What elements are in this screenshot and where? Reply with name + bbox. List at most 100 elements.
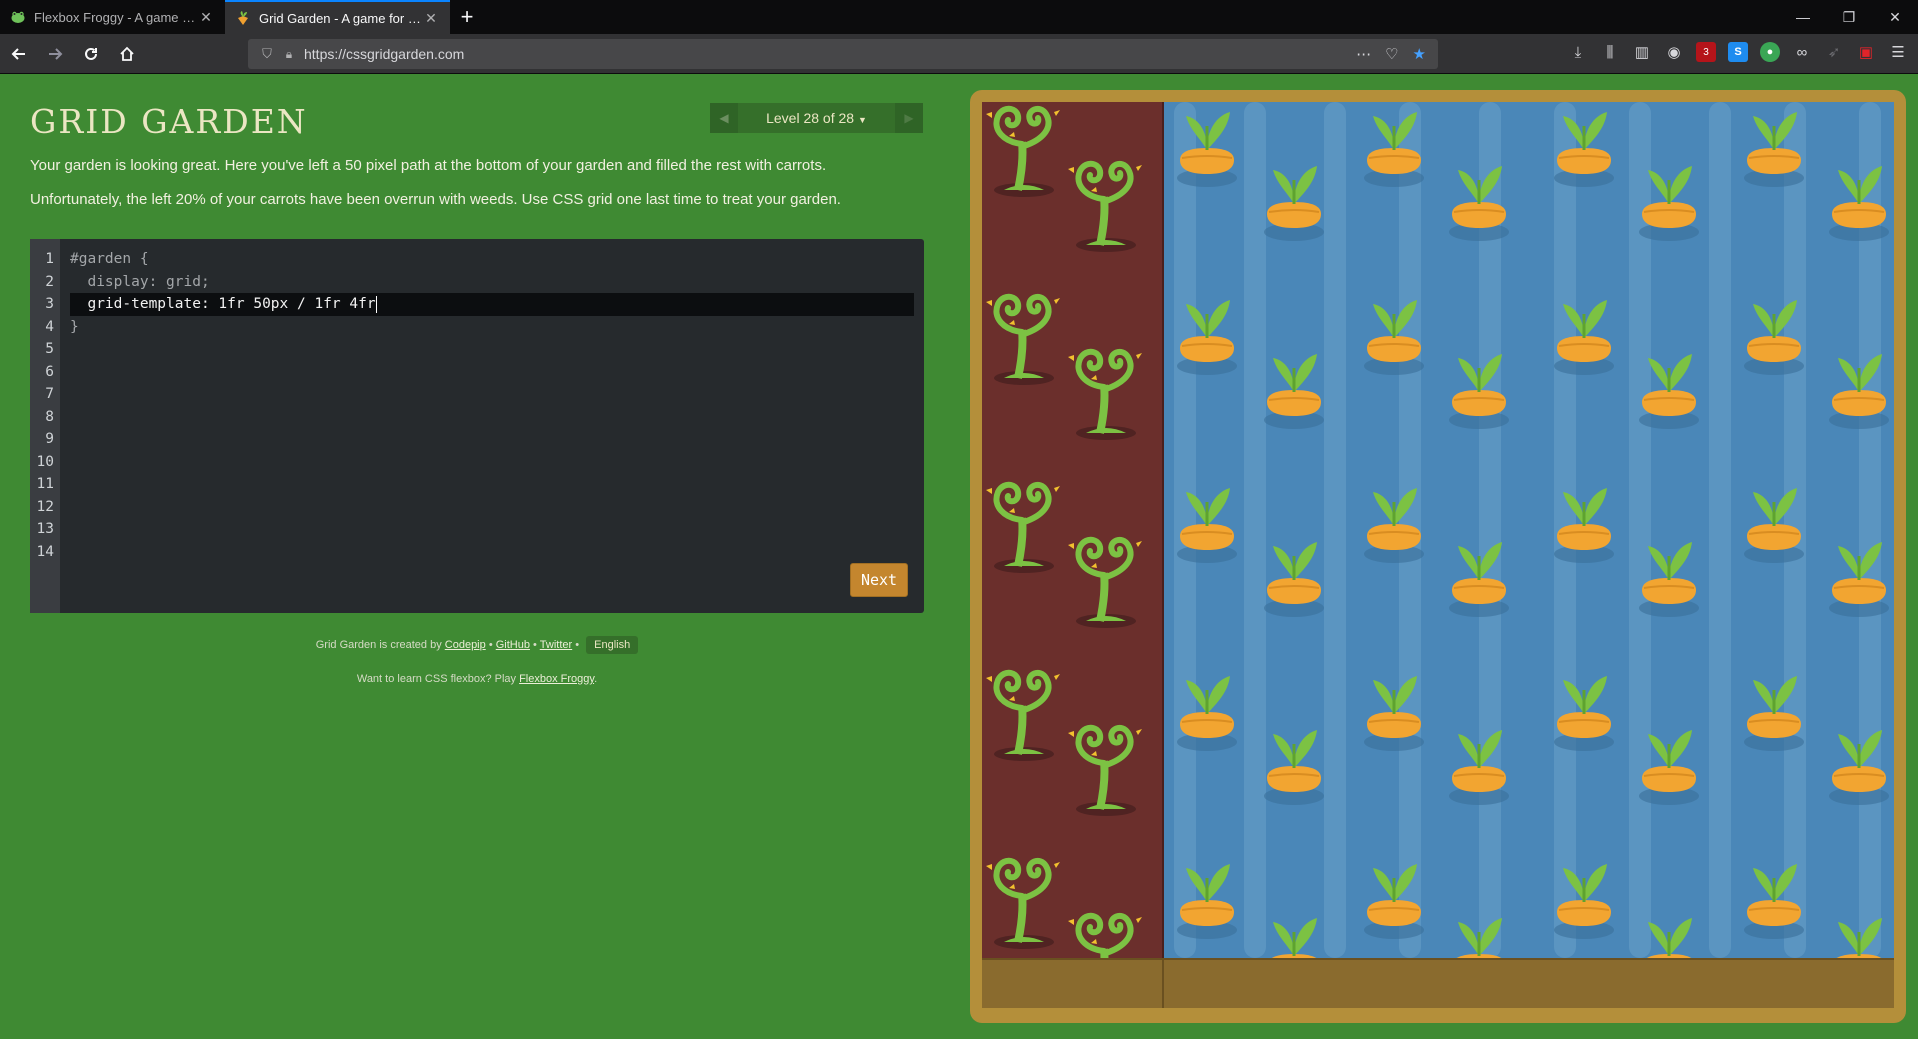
url-bar[interactable]: ⛉ 🔒︎ https://cssgridgarden.com ⋯ ♡ ★ xyxy=(248,39,1438,69)
previous-level-arrow-icon[interactable]: ◀ xyxy=(710,103,738,133)
promo-period: . xyxy=(594,673,598,685)
code-area: #garden { display: grid; grid-template: … xyxy=(60,239,924,613)
github-link[interactable]: GitHub xyxy=(496,639,530,651)
close-window-icon[interactable]: ✕ xyxy=(1872,0,1918,34)
weed xyxy=(984,290,1064,386)
back-button[interactable] xyxy=(2,38,36,70)
menu-icon[interactable]: ☰ xyxy=(1888,42,1908,62)
weed xyxy=(1066,721,1146,817)
twitter-link[interactable]: Twitter xyxy=(540,639,572,651)
dimmed-extension-icon[interactable]: ➶ xyxy=(1824,42,1844,62)
language-selector[interactable]: English xyxy=(586,636,639,654)
reload-button[interactable] xyxy=(74,38,108,70)
css-input-field[interactable]: grid-template: 1fr 50px / 1fr 4fr xyxy=(70,293,914,316)
carrot xyxy=(1259,350,1329,430)
carrot xyxy=(1259,538,1329,618)
line-number: 14 xyxy=(36,543,54,560)
line-number: 10 xyxy=(36,453,54,470)
frog-icon xyxy=(10,9,26,25)
line-number: 8 xyxy=(45,408,54,425)
tracking-shield-icon[interactable]: ⛉ xyxy=(256,46,278,62)
tab-bar: Flexbox Froggy - A game for learning CSS… xyxy=(0,0,1918,34)
carrot xyxy=(1634,350,1704,430)
garden xyxy=(982,102,1894,1008)
toolbar-icons: ⤓ ⫼ ▥ ◉ 3 S ● ∞ ➶ ▣ ☰ xyxy=(1568,42,1908,62)
weed-area xyxy=(982,102,1164,1004)
carrot xyxy=(1172,860,1242,940)
s-extension-icon[interactable]: S xyxy=(1728,42,1748,62)
code-editor: 1 2 3 4 5 6 7 8 9 10 11 12 13 14 #garden { display: g… xyxy=(30,239,924,613)
carrot xyxy=(1172,108,1242,188)
weed xyxy=(984,666,1064,762)
tab-grid-garden[interactable]: Grid Garden - A game for learning CSS gr… xyxy=(225,0,450,34)
instruction-paragraph-1: Your garden is looking great. Here you'v… xyxy=(30,157,827,174)
next-button[interactable]: Next xyxy=(850,563,908,597)
red-extension-icon[interactable]: ▣ xyxy=(1856,42,1876,62)
line-number: 2 xyxy=(45,273,54,290)
bookmark-star-icon[interactable]: ★ xyxy=(1413,45,1426,63)
minimize-icon[interactable]: — xyxy=(1780,0,1826,34)
forward-button[interactable] xyxy=(38,38,72,70)
promo-text: Want to learn CSS flexbox? Play xyxy=(356,673,517,685)
carrot xyxy=(1824,162,1894,242)
weed xyxy=(984,478,1064,574)
css-input-value[interactable]: grid-template: 1fr 50px / 1fr 4fr xyxy=(87,296,375,312)
soil-path xyxy=(982,958,1894,1008)
home-button[interactable] xyxy=(110,38,144,70)
carrot-area xyxy=(1164,102,1894,993)
separator: • xyxy=(488,639,493,651)
tab-flexbox-froggy[interactable]: Flexbox Froggy - A game for learning CSS… xyxy=(0,0,225,34)
ublock-extension-icon[interactable]: 3 xyxy=(1696,42,1716,62)
level-indicator[interactable]: Level 28 of 28 ▼ xyxy=(738,110,895,126)
line-number: 13 xyxy=(36,521,54,537)
weed xyxy=(1066,345,1146,441)
green-extension-icon[interactable]: ● xyxy=(1760,42,1780,62)
line-number: 4 xyxy=(45,318,54,335)
carrot xyxy=(1444,538,1514,618)
restore-icon[interactable]: ❐ xyxy=(1826,0,1872,34)
url-text[interactable]: https://cssgridgarden.com xyxy=(300,46,1356,62)
separator: • xyxy=(533,639,537,651)
carrot xyxy=(1549,672,1619,752)
flexbox-froggy-link[interactable]: Flexbox Froggy xyxy=(519,673,594,685)
carrot xyxy=(1739,484,1809,564)
garden-board xyxy=(970,90,1906,1023)
page-actions-icon[interactable]: ⋯ xyxy=(1356,45,1371,63)
carrot xyxy=(1172,296,1242,376)
line-number-gutter: 1 2 3 4 5 6 7 8 9 10 11 12 13 14 xyxy=(30,239,60,613)
library-icon[interactable]: ⫼ xyxy=(1600,42,1620,62)
new-tab-button[interactable]: + xyxy=(450,0,484,34)
water-stream xyxy=(1709,102,1731,958)
carrot-icon xyxy=(235,10,251,26)
carrot xyxy=(1824,538,1894,618)
carrot xyxy=(1444,350,1514,430)
lock-icon[interactable]: 🔒︎ xyxy=(278,47,300,62)
carrot xyxy=(1634,162,1704,242)
close-icon[interactable]: ✕ xyxy=(422,10,440,27)
carrot xyxy=(1739,860,1809,940)
line-number: 12 xyxy=(36,498,54,515)
codepip-link[interactable]: Codepip xyxy=(445,639,486,651)
line-number: 5 xyxy=(45,341,54,357)
carrot xyxy=(1824,350,1894,430)
line-number: 11 xyxy=(36,476,54,492)
weed xyxy=(984,854,1064,950)
glasses-extension-icon[interactable]: ∞ xyxy=(1792,42,1812,62)
level-selector[interactable]: ◀ Level 28 of 28 ▼ ▶ xyxy=(710,103,923,133)
pocket-icon[interactable]: ♡ xyxy=(1385,45,1398,63)
account-icon[interactable]: ◉ xyxy=(1664,42,1684,62)
carrot xyxy=(1824,726,1894,806)
next-level-arrow-icon[interactable]: ▶ xyxy=(895,103,923,133)
close-icon[interactable]: ✕ xyxy=(197,9,215,26)
nav-bar: ⛉ 🔒︎ https://cssgridgarden.com ⋯ ♡ ★ ⤓ ⫼… xyxy=(0,34,1918,74)
line-number: 1 xyxy=(45,251,54,267)
sidebar-icon[interactable]: ▥ xyxy=(1632,42,1652,62)
page-title: GRID GARDEN xyxy=(30,102,308,141)
tab-title: Flexbox Froggy - A game for learning CSS… xyxy=(34,9,197,25)
flexbox-promo: Want to learn CSS flexbox? Play Flexbox … xyxy=(30,673,924,685)
carrot xyxy=(1172,484,1242,564)
carrot xyxy=(1634,538,1704,618)
credits: Grid Garden is created by Codepip • GitH… xyxy=(30,636,924,654)
carrot xyxy=(1359,296,1429,376)
download-icon[interactable]: ⤓ xyxy=(1568,42,1588,62)
